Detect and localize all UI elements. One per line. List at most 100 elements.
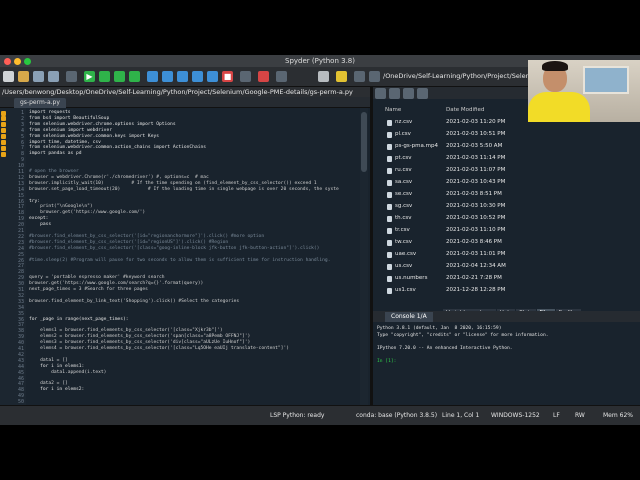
code-line: browser = webdriver.Chrome(r'./chromedri… — [29, 174, 209, 180]
console-tabbar: Console 1/A — [373, 311, 640, 322]
code-line: browser.get('https://www.google.com/sear… — [29, 281, 204, 287]
file-icon — [387, 120, 392, 126]
file-row[interactable]: pt.csv 2021-02-03 11:14 PM — [373, 155, 533, 164]
code-line: pass — [29, 222, 52, 228]
file-name: us.numbers — [395, 275, 428, 281]
file-row[interactable]: tw.csv 2021-02-03 8:46 PM — [373, 239, 533, 248]
editor-tab-gs-perm-a[interactable]: gs-perm-a.py — [14, 98, 66, 108]
open-file-icon[interactable] — [18, 71, 29, 82]
continue-icon[interactable] — [207, 71, 218, 82]
minimize-window-button[interactable] — [14, 58, 21, 65]
fullscreen-icon[interactable] — [276, 71, 287, 82]
python-path-icon[interactable] — [336, 71, 347, 82]
stop-debug-icon[interactable]: ■ — [222, 71, 233, 82]
file-icon — [387, 132, 392, 138]
working-dir-forward-icon[interactable] — [369, 71, 380, 82]
window-title: Spyder (Python 3.8) — [285, 57, 355, 65]
run-selection-icon[interactable] — [129, 71, 140, 82]
file-row[interactable]: uae.csv 2021-02-03 11:01 PM — [373, 251, 533, 260]
file-icon — [387, 264, 392, 270]
file-date: 2021-02-03 10:51 PM — [446, 131, 506, 137]
rw-status: RW — [575, 412, 585, 419]
save-all-icon[interactable] — [48, 71, 59, 82]
file-date: 2021-12-28 12:28 PM — [446, 287, 506, 293]
file-date: 2021-02-03 8:46 PM — [446, 239, 502, 245]
back-icon[interactable] — [375, 88, 386, 99]
scroll-thumb[interactable] — [361, 112, 367, 172]
file-row[interactable]: us1.csv 2021-12-28 12:28 PM — [373, 287, 533, 296]
working-dir-back-icon[interactable] — [354, 71, 365, 82]
date-column-header[interactable]: Date Modified — [446, 107, 484, 113]
right-pane: Name Date Modified nz.csv 2021-02-03 11:2… — [373, 87, 640, 425]
warning-icon[interactable] — [1, 134, 6, 140]
debug-icon[interactable] — [147, 71, 158, 82]
step-icon[interactable] — [162, 71, 173, 82]
file-row[interactable]: us.numbers 2021-02-21 7:28 PM — [373, 275, 533, 284]
file-date: 2021-02-03 10:30 PM — [446, 203, 506, 209]
file-name: ps-gs-pma.mp4 — [395, 143, 438, 149]
filter-icon[interactable] — [417, 88, 428, 99]
file-row[interactable]: us.csv 2021-02-04 12:34 AM — [373, 263, 533, 272]
editor-scrollbar[interactable] — [360, 108, 368, 405]
file-icon — [387, 252, 392, 258]
file-row[interactable]: pl.csv 2021-02-03 10:51 PM — [373, 131, 533, 140]
file-icon — [387, 204, 392, 210]
file-row[interactable]: ps-gs-pma.mp4 2021-02-03 5:50 AM — [373, 143, 533, 152]
file-row[interactable]: tr.csv 2021-02-03 11:10 PM — [373, 227, 533, 236]
warning-icon[interactable] — [1, 145, 6, 151]
print-icon[interactable] — [66, 71, 77, 82]
console-tab[interactable]: Console 1/A — [385, 312, 433, 322]
forward-icon[interactable] — [389, 88, 400, 99]
maximize-window-button[interactable] — [24, 58, 31, 65]
maximize-pane-icon[interactable] — [240, 71, 251, 82]
conda-status: conda: base (Python 3.8.5) — [356, 412, 438, 419]
warning-icon[interactable] — [1, 151, 6, 157]
code-line: next_page_times = 3 #Search for three pa… — [29, 287, 148, 292]
code-area[interactable]: import requests from bs4 import Beautiful… — [29, 108, 359, 405]
code-line: for _page in range(next_page_times): — [29, 316, 129, 322]
step-into-icon[interactable] — [177, 71, 188, 82]
file-date: 2021-02-03 11:07 PM — [446, 167, 506, 173]
preferences-icon[interactable] — [318, 71, 329, 82]
step-return-icon[interactable] — [192, 71, 203, 82]
run-icon[interactable]: ▶ — [84, 71, 95, 82]
warning-icon[interactable] — [1, 110, 6, 116]
file-icon — [387, 276, 392, 282]
file-row[interactable]: nz.csv 2021-02-03 11:20 PM — [373, 119, 533, 128]
working-directory-field[interactable]: /OneDrive/Self-Learning/Python/Project/S… — [383, 70, 533, 82]
warning-icon[interactable] — [1, 116, 6, 122]
new-file-icon[interactable] — [3, 71, 14, 82]
file-row[interactable]: sg.csv 2021-02-03 10:30 PM — [373, 203, 533, 212]
file-icon — [387, 180, 392, 186]
parent-dir-icon[interactable] — [403, 88, 414, 99]
file-row[interactable]: ru.csv 2021-02-03 11:07 PM — [373, 167, 533, 176]
save-icon[interactable] — [33, 71, 44, 82]
file-row[interactable]: se.csv 2021-02-03 8:51 PM — [373, 191, 533, 200]
file-date: 2021-02-03 11:20 PM — [446, 119, 506, 125]
editor-pane: gs-perm-a.py 1 2 3 4 5 6 7 8 9 10 11 12 13 14 15 16 17 18… — [0, 97, 370, 405]
lsp-status: LSP Python: ready — [270, 412, 325, 419]
file-date: 2021-02-03 8:51 PM — [446, 191, 502, 197]
close-window-button[interactable] — [4, 58, 11, 65]
memory-status: Mem 62% — [603, 412, 633, 419]
warning-icon[interactable] — [1, 128, 6, 134]
file-name: us.csv — [395, 263, 413, 269]
code-line: data2 = [] — [29, 381, 68, 387]
file-row[interactable]: th.csv 2021-02-03 10:52 PM — [373, 215, 533, 224]
warning-icon[interactable] — [1, 140, 6, 145]
file-name: tr.csv — [395, 227, 410, 233]
code-line: try: — [29, 198, 41, 204]
file-row[interactable]: sa.csv 2021-02-03 10:43 PM — [373, 179, 533, 188]
code-line: #browser.find_element_by_css_selector('[… — [29, 245, 320, 251]
run-cell-advance-icon[interactable] — [114, 71, 125, 82]
stop-icon[interactable] — [258, 71, 269, 82]
code-line: query = 'portable espresso maker' #keywo… — [29, 275, 165, 281]
person-body — [528, 92, 590, 122]
name-column-header[interactable]: Name — [385, 107, 401, 113]
code-line: except: — [29, 216, 49, 222]
file-name: sg.csv — [395, 203, 413, 209]
warning-icon[interactable] — [1, 122, 6, 128]
code-line: data1.append(i.text) — [29, 369, 107, 375]
run-cell-icon[interactable] — [99, 71, 110, 82]
file-icon — [387, 144, 392, 150]
